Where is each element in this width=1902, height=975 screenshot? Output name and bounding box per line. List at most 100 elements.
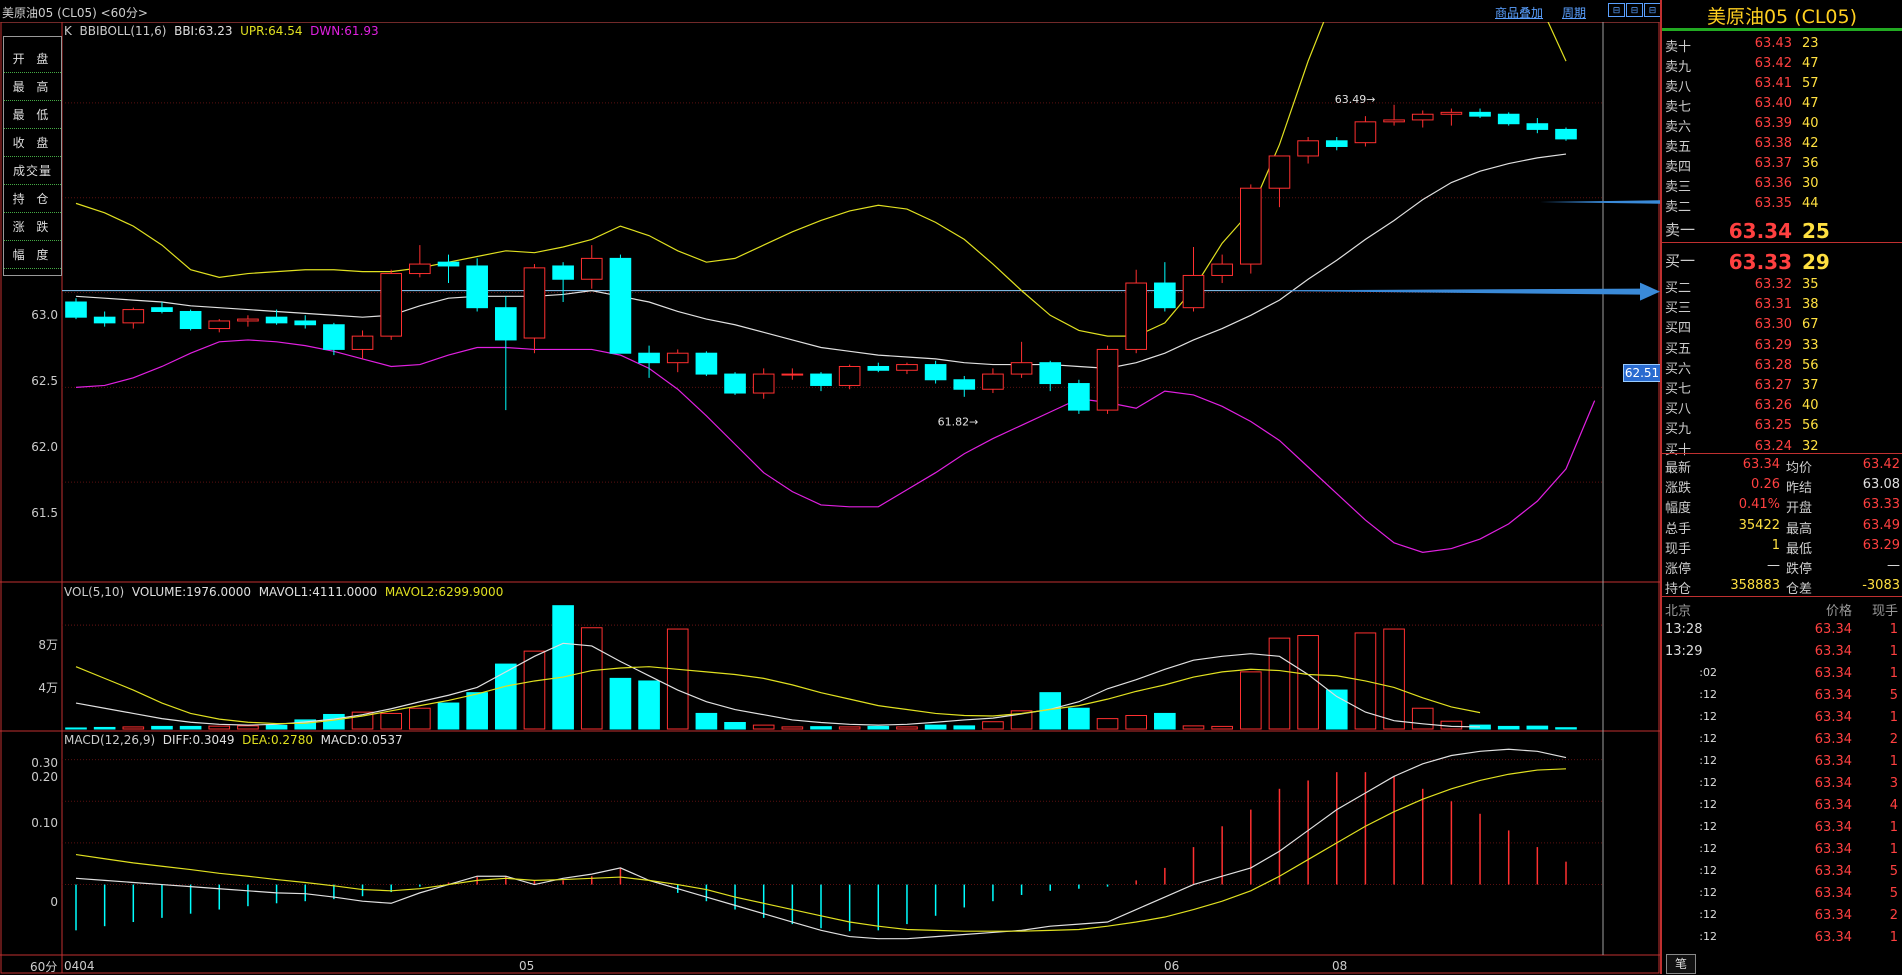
tick-vol: 1 [1889, 820, 1898, 835]
tick-price: 63.34 [1814, 908, 1852, 923]
ask-row[interactable]: 卖一 63.34 25 [1662, 219, 1902, 243]
ask-row[interactable]: 卖三 63.36 30 [1662, 176, 1902, 196]
volume-bar [1239, 671, 1262, 730]
tick-tab[interactable]: 笔 [1666, 954, 1696, 974]
quote-value: 63.33 [1862, 497, 1900, 513]
bid-row[interactable]: 买二 63.32 35 [1662, 277, 1902, 297]
candle-body [838, 365, 861, 386]
volume-bar [867, 725, 890, 730]
candle-body [1211, 263, 1233, 276]
ask-price: 63.39 [1754, 116, 1792, 131]
tick-row: :12 63.34 1 [1662, 930, 1902, 952]
bid-label: 买四 [1665, 321, 1692, 337]
candle-body [609, 257, 632, 354]
x-label: 06 [1164, 959, 1180, 973]
chart-canvas[interactable]: 63.49→ 61.82→ [0, 22, 1660, 974]
bid-price: 63.33 [1728, 250, 1792, 274]
bid-row[interactable]: 买七 63.27 37 [1662, 378, 1902, 398]
volume-bar [752, 724, 775, 730]
ask-row[interactable]: 卖十 63.43 23 [1662, 36, 1902, 56]
bid-price: 63.32 [1754, 277, 1792, 292]
ask-row[interactable]: 卖二 63.35 44 [1662, 196, 1902, 216]
volume-bar [1125, 715, 1148, 730]
quote-label: 幅度 [1665, 501, 1692, 517]
ask-row[interactable]: 卖七 63.40 47 [1662, 96, 1902, 116]
ask-row[interactable]: 卖四 63.37 36 [1662, 156, 1902, 176]
candle-body [523, 267, 546, 339]
volume-bar [93, 726, 116, 730]
tick-vol: 3 [1889, 776, 1898, 791]
layout-button-3[interactable]: ⊟ [1644, 3, 1661, 17]
tick-price: 63.34 [1814, 622, 1852, 637]
ask-price: 63.36 [1754, 176, 1792, 191]
quote-label: 跌停 [1786, 562, 1813, 577]
candle-body [351, 335, 374, 350]
diff-value: DIFF:0.3049 [162, 733, 235, 747]
quote-value: — [1767, 558, 1780, 573]
candle-body [265, 316, 288, 324]
tick-row: :12 63.34 5 [1662, 886, 1902, 908]
bid-vol: 37 [1802, 378, 1819, 393]
quote-value: -3083 [1862, 578, 1900, 594]
tick-vol: 5 [1889, 688, 1898, 703]
candle-body [1411, 113, 1434, 121]
candle-body [1297, 140, 1319, 157]
tick-row: :12 63.34 1 [1662, 842, 1902, 864]
tick-price: 63.34 [1814, 754, 1852, 769]
macd-tick: 0 [50, 895, 58, 909]
bid-label: 买十 [1665, 442, 1692, 458]
volume-bar [179, 725, 202, 730]
volume-bar [1440, 720, 1463, 730]
volume-bar [1383, 628, 1405, 730]
overlay-link[interactable]: 商品叠加 [1495, 4, 1543, 21]
ask-row[interactable]: 卖六 63.39 40 [1662, 116, 1902, 136]
tick-row: :12 63.34 5 [1662, 688, 1902, 710]
period-link[interactable]: 周期 [1562, 4, 1586, 21]
bid-row[interactable]: 买五 63.29 33 [1662, 338, 1902, 358]
ask-row[interactable]: 卖八 63.41 57 [1662, 76, 1902, 96]
volume-bar [896, 726, 918, 730]
bid-row[interactable]: 买一 63.33 29 [1662, 250, 1902, 274]
bid-row[interactable]: 买八 63.26 40 [1662, 398, 1902, 418]
candle-body [294, 320, 317, 326]
candle-body [409, 263, 431, 275]
ask-row[interactable]: 卖九 63.42 47 [1662, 56, 1902, 76]
bid-price: 63.25 [1754, 418, 1792, 434]
ohlc-percent: 幅 度 [4, 242, 61, 269]
dea-value: DEA:0.2780 [242, 733, 313, 747]
bid-row[interactable]: 买四 63.30 67 [1662, 317, 1902, 337]
bid-row[interactable]: 买十 63.24 32 [1662, 439, 1902, 459]
tick-time: :12 [1699, 688, 1717, 701]
tick-time: :12 [1699, 710, 1717, 723]
tick-time: :12 [1699, 864, 1717, 877]
volume-bar [65, 727, 87, 730]
title-bar: 美原油05 (CL05) <60分> 商品叠加 周期 ⊟ ⊟ ⊟ [0, 0, 1661, 23]
quote-label: 最高 [1786, 521, 1813, 537]
quote-value: — [1887, 558, 1900, 573]
volume-bar [953, 725, 976, 730]
bid-vol: 67 [1802, 317, 1819, 333]
bid-vol: 35 [1802, 277, 1819, 292]
volume-bar [494, 663, 517, 730]
candle-body [896, 364, 918, 371]
volume-bar [924, 724, 947, 730]
ask-row[interactable]: 卖五 63.38 42 [1662, 136, 1902, 156]
candle-body [208, 320, 231, 330]
layout-button-2[interactable]: ⊟ [1626, 3, 1643, 17]
bid-vol: 40 [1802, 398, 1819, 414]
candle-body [781, 373, 804, 376]
tick-price: 63.34 [1814, 886, 1852, 901]
candle-body [752, 373, 775, 394]
volume-bar [1297, 635, 1319, 730]
volume-bar [1068, 707, 1090, 730]
tick-row: 13:28 63.34 1 [1662, 622, 1902, 644]
ask-vol: 47 [1802, 96, 1819, 111]
macd-indicator-line: MACD(12,26,9) DIFF:0.3049 DEA:0.2780 MAC… [64, 733, 403, 747]
bid-row[interactable]: 买九 63.25 56 [1662, 418, 1902, 438]
bid-label: 买八 [1665, 402, 1692, 418]
bid-row[interactable]: 买三 63.31 38 [1662, 297, 1902, 317]
candle-body [1268, 155, 1291, 189]
bid-row[interactable]: 买六 63.28 56 [1662, 358, 1902, 378]
volume-bar [265, 724, 288, 730]
layout-button-1[interactable]: ⊟ [1608, 3, 1625, 17]
